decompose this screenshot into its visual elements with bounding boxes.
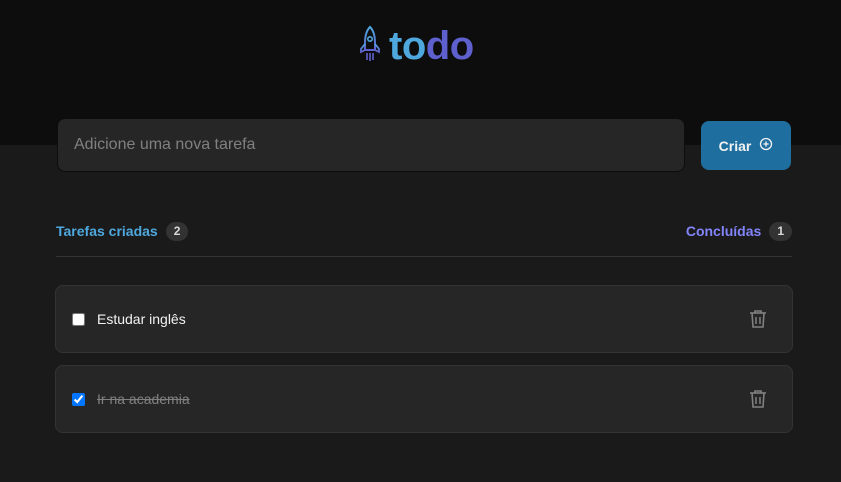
rocket-icon (359, 25, 381, 68)
new-task-input[interactable] (57, 118, 685, 172)
logo-text: todo (389, 26, 474, 66)
completed-tasks-label: Concluídas (685, 223, 762, 239)
task-text: Estudar inglês (97, 311, 186, 327)
task-checkbox[interactable] (72, 392, 85, 406)
task-item: Ir na academia (55, 365, 793, 433)
task-text: Ir na academia (97, 391, 190, 407)
created-tasks-label: Tarefas criadas (56, 223, 158, 239)
app-logo: todo (359, 25, 474, 68)
task-checkbox[interactable] (72, 312, 85, 326)
divider (56, 256, 792, 257)
create-button[interactable]: Criar (701, 121, 791, 170)
created-tasks-badge: 2 (165, 221, 189, 241)
trash-icon[interactable] (746, 307, 770, 331)
completed-tasks-counter: Concluídas 1 (685, 221, 792, 241)
completed-tasks-badge: 1 (769, 221, 792, 241)
task-item: Estudar inglês (55, 285, 793, 353)
create-button-label: Criar (718, 137, 752, 154)
trash-icon[interactable] (746, 387, 770, 411)
created-tasks-counter: Tarefas criadas 2 (56, 221, 189, 241)
logo-text-to: to (389, 24, 426, 68)
task-counters: Tarefas criadas 2 Concluídas 1 (56, 220, 792, 242)
logo-text-do: do (425, 24, 474, 68)
plus-circle-icon (759, 137, 773, 154)
